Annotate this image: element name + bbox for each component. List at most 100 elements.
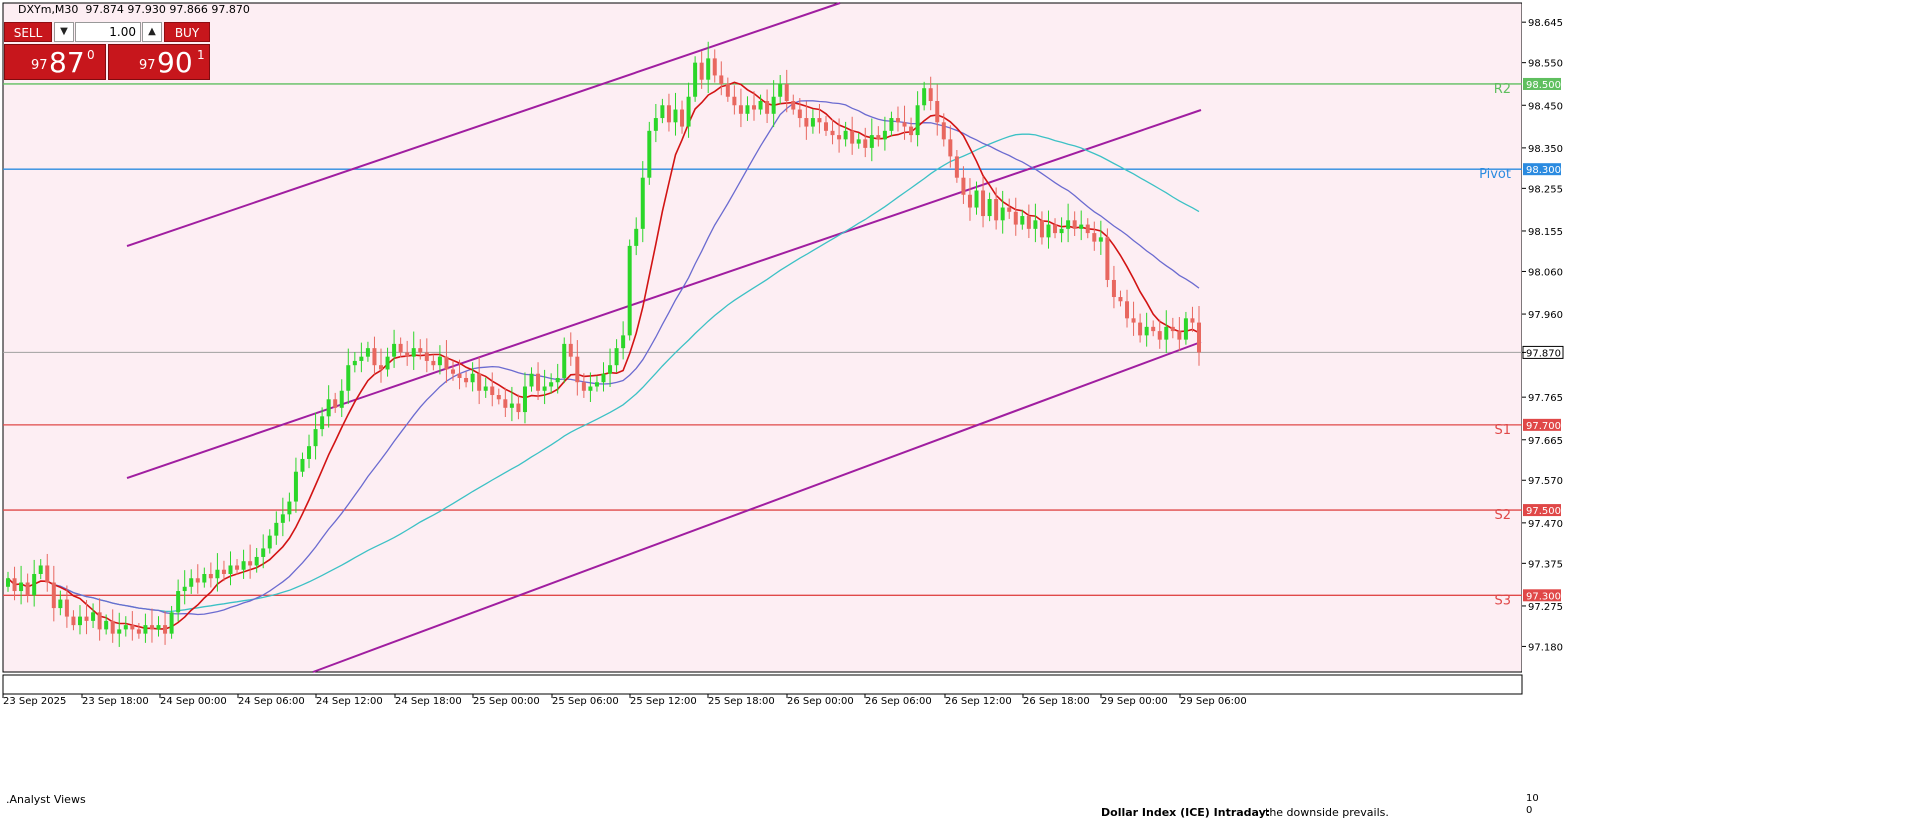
candle-body <box>1079 224 1084 229</box>
y-tick-label: 97.765 <box>1528 393 1563 404</box>
candle-body <box>863 139 868 148</box>
candle-body <box>333 399 338 408</box>
candle-body <box>843 130 848 140</box>
candle-body <box>771 96 776 114</box>
y-tick-label: 97.180 <box>1528 642 1563 653</box>
candle-body <box>608 365 613 374</box>
level-price-label: 98.300 <box>1526 165 1561 176</box>
candle-body <box>516 403 521 413</box>
candle-body <box>954 156 959 178</box>
candle-body <box>797 109 802 119</box>
buy-button[interactable]: BUY <box>164 22 210 42</box>
candle-body <box>359 356 364 361</box>
x-tick-label: 25 Sep 00:00 <box>473 696 540 707</box>
candle-body <box>287 501 292 515</box>
candle-body <box>666 105 671 123</box>
candle-body <box>817 118 822 123</box>
indicator-name: .Analyst Views <box>6 793 86 806</box>
candle-body <box>974 190 979 208</box>
y-tick-label: 97.470 <box>1528 519 1563 530</box>
candle-body <box>123 625 128 630</box>
candle-body <box>673 109 678 123</box>
lot-size-input[interactable]: 1.00 <box>75 22 141 42</box>
candle-body <box>601 373 606 383</box>
candle-body <box>1183 318 1188 340</box>
candle-body <box>752 105 757 110</box>
candle-body <box>732 96 737 106</box>
x-tick-label: 25 Sep 18:00 <box>708 696 775 707</box>
candle-body <box>437 356 442 366</box>
candle-body <box>1026 216 1031 229</box>
candle-body <box>1197 322 1201 353</box>
indicator-frame <box>2 674 1523 695</box>
candle-body <box>91 612 96 621</box>
candle-body <box>248 561 253 566</box>
candle-body <box>1125 301 1130 319</box>
candle-body <box>1033 220 1038 229</box>
candle-body <box>647 130 652 178</box>
x-tick-label: 29 Sep 06:00 <box>1180 696 1247 707</box>
candle-body <box>1170 326 1175 332</box>
candle-body <box>300 458 305 472</box>
chevron-up-icon: ▲ <box>148 26 156 37</box>
candle-body <box>431 360 436 366</box>
candle-body <box>967 194 972 208</box>
candle-body <box>1007 207 1012 212</box>
candle-body <box>680 109 685 127</box>
candle-body <box>895 118 900 123</box>
candle-body <box>902 122 907 127</box>
candle-body <box>392 343 397 357</box>
candle-body <box>143 625 148 634</box>
candle-body <box>424 352 429 361</box>
candle-body <box>1131 318 1136 323</box>
candle-body <box>379 365 384 370</box>
candle-body <box>1066 220 1071 229</box>
candle-body <box>450 369 455 374</box>
candle-body <box>293 471 298 502</box>
y-tick-label: 98.060 <box>1528 267 1563 278</box>
candle-body <box>719 75 724 84</box>
one-click-trading-panel: SELL ▼ 1.00 ▲ BUY 97 87 0 97 90 1 <box>4 20 210 80</box>
candle-body <box>464 377 469 383</box>
candle-body <box>1111 279 1116 298</box>
candle-body <box>994 199 999 221</box>
candle-body <box>97 612 102 630</box>
candle-body <box>457 373 462 378</box>
candle-body <box>856 139 861 144</box>
candle-body <box>221 569 226 574</box>
sell-button[interactable]: SELL <box>4 22 52 42</box>
y-tick-label: 98.550 <box>1528 59 1563 70</box>
candle-body <box>104 620 109 630</box>
candle-body <box>594 382 599 387</box>
candle-body <box>208 573 213 579</box>
candle-body <box>110 620 115 634</box>
candle-body <box>51 582 56 609</box>
candle-body <box>235 565 240 570</box>
x-tick-label: 25 Sep 12:00 <box>630 696 697 707</box>
x-tick-label: 26 Sep 00:00 <box>787 696 854 707</box>
candle-body <box>58 599 63 609</box>
candle-body <box>882 130 887 140</box>
level-name-s1: S1 <box>1494 423 1511 438</box>
candle-body <box>1000 207 1005 221</box>
x-tick-label: 24 Sep 18:00 <box>395 696 462 707</box>
candle-body <box>522 386 527 413</box>
candle-body <box>738 105 743 114</box>
sell-price[interactable]: 97 87 0 <box>4 44 106 80</box>
candle-body <box>149 625 154 630</box>
candle-body <box>64 599 69 617</box>
candle-body <box>307 446 312 459</box>
buy-price[interactable]: 97 90 1 <box>108 44 210 80</box>
x-tick-label: 24 Sep 00:00 <box>160 696 227 707</box>
candle-body <box>117 629 122 634</box>
lot-decrease-button[interactable]: ▼ <box>54 22 74 42</box>
candle-body <box>562 343 567 378</box>
candle-body <box>837 135 842 140</box>
y-tick-label: 98.350 <box>1528 144 1563 155</box>
y-tick-label: 97.570 <box>1528 476 1563 487</box>
candle-body <box>339 390 344 408</box>
lot-increase-button[interactable]: ▲ <box>142 22 162 42</box>
chart-canvas[interactable]: R2 Pivot S1 S2 S3 98.500 98.300 97.700 97.500 97… <box>0 0 1916 840</box>
candle-body <box>614 348 619 366</box>
candle-body <box>621 335 626 349</box>
